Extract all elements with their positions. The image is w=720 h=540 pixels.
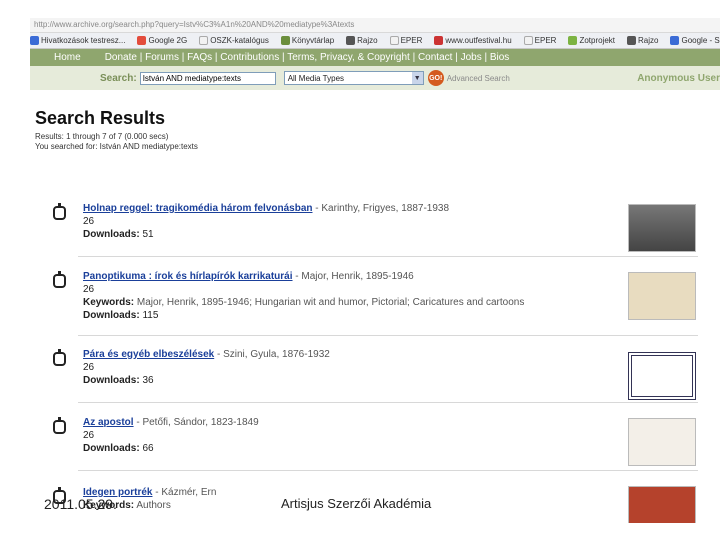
- text-document-icon: [53, 349, 66, 366]
- keywords-label: Keywords:: [83, 297, 135, 308]
- result-thumbnail[interactable]: [628, 204, 696, 252]
- text-document-icon: [53, 203, 66, 220]
- result-title-link[interactable]: Az apostol: [83, 417, 134, 428]
- keywords-value[interactable]: Major, Henrik, 1895-1946; Hungarian wit …: [137, 297, 524, 308]
- downloads-label: Downloads:: [83, 229, 140, 240]
- user-status: Anonymous User: [637, 72, 720, 84]
- result-author: - Kázmér, Ern: [152, 487, 217, 498]
- go-button[interactable]: GO!: [427, 70, 444, 86]
- result-thumbnail[interactable]: [628, 418, 696, 466]
- advanced-search-link[interactable]: Advanced Search: [447, 74, 510, 83]
- bookmark-item[interactable]: Könyvtárlap: [280, 36, 334, 45]
- result-body: Pára és egyéb elbeszélések - Szini, Gyul…: [83, 348, 330, 387]
- bookmark-icon: [434, 36, 444, 45]
- result-author: - Szini, Gyula, 1876-1932: [214, 349, 330, 360]
- bookmark-item[interactable]: Google 2G: [137, 36, 187, 45]
- bookmark-item[interactable]: EPER: [523, 36, 556, 45]
- searched-for: You searched for: István AND mediatype:t…: [35, 142, 198, 151]
- result-title-link[interactable]: Holnap reggel: tragikomédia három felvon…: [83, 203, 313, 214]
- result-number: 26: [83, 284, 95, 295]
- nav-home-link[interactable]: Home: [54, 52, 81, 63]
- bookmark-icon: [346, 36, 356, 45]
- downloads-count: 36: [142, 375, 154, 386]
- results-summary: Results: 1 through 7 of 7 (0.000 secs): [35, 132, 169, 141]
- text-document-icon: [53, 271, 66, 288]
- browser-screenshot: http://www.archive.org/search.php?query=…: [30, 18, 720, 523]
- result-body: Az apostol - Petőfi, Sándor, 1823-1849 2…: [83, 416, 259, 455]
- search-input[interactable]: [139, 71, 276, 85]
- divider: [78, 402, 698, 403]
- result-title-link[interactable]: Panoptikuma : írok és hírlapírók karrika…: [83, 271, 293, 282]
- bookmark-item[interactable]: Hivatkozások testresz...: [30, 36, 125, 45]
- bookmark-item[interactable]: Google - S: [670, 36, 720, 45]
- bookmark-item[interactable]: www.outfestival.hu: [434, 36, 512, 45]
- media-type-value: All Media Types: [287, 73, 345, 83]
- downloads-count: 66: [142, 443, 154, 454]
- search-row: Search: All Media Types ▼ GO! Advanced S…: [30, 66, 720, 90]
- keywords-value[interactable]: Authors: [136, 500, 170, 511]
- downloads-count: 51: [142, 229, 154, 240]
- result-number: 26: [83, 430, 95, 441]
- bookmark-item[interactable]: Rajzo: [346, 36, 378, 45]
- bookmark-icon: [199, 36, 209, 45]
- bookmark-icon: [137, 36, 147, 45]
- divider: [78, 335, 698, 336]
- result-number: 26: [83, 362, 95, 373]
- bookmarks-bar: Hivatkozások testresz... Google 2G OSZK-…: [30, 33, 720, 49]
- page-title: Search Results: [35, 108, 166, 128]
- slide-date: 2011.05.29.: [44, 496, 117, 512]
- result-author: - Karinthy, Frigyes, 1887-1938: [312, 203, 450, 214]
- slide-footer-org: Artisjus Szerzői Akadémia: [281, 496, 432, 511]
- chevron-down-icon: ▼: [411, 72, 423, 84]
- result-body: Holnap reggel: tragikomédia három felvon…: [83, 202, 449, 241]
- bookmark-icon: [627, 36, 637, 45]
- result-body: Panoptikuma : írok és hírlapírók karrika…: [83, 270, 524, 322]
- downloads-label: Downloads:: [83, 375, 140, 386]
- divider: [78, 256, 698, 257]
- result-thumbnail[interactable]: [628, 352, 696, 400]
- bookmark-icon: [523, 36, 533, 45]
- bookmark-icon: [30, 36, 39, 45]
- result-thumbnail[interactable]: [628, 272, 696, 320]
- bookmark-item[interactable]: EPER: [389, 36, 422, 45]
- result-author: - Major, Henrik, 1895-1946: [292, 271, 414, 282]
- bookmark-item[interactable]: Rajzo: [627, 36, 658, 45]
- bookmark-item[interactable]: Zotprojekt: [568, 36, 615, 45]
- bookmark-item[interactable]: OSZK-katalógus: [199, 36, 269, 45]
- downloads-label: Downloads:: [83, 443, 140, 454]
- search-label: Search:: [100, 72, 137, 84]
- bookmark-icon: [280, 36, 290, 45]
- downloads-label: Downloads:: [83, 310, 140, 321]
- text-document-icon: [53, 417, 66, 434]
- downloads-count: 115: [142, 310, 159, 321]
- results-header: Search Results Results: 1 through 7 of 7…: [30, 90, 720, 152]
- bookmark-icon: [389, 36, 399, 45]
- url-text: http://www.archive.org/search.php?query=…: [34, 20, 355, 29]
- bookmark-icon: [568, 36, 578, 45]
- media-type-select[interactable]: All Media Types ▼: [283, 71, 424, 85]
- result-number: 26: [83, 216, 95, 227]
- url-bar[interactable]: http://www.archive.org/search.php?query=…: [30, 18, 720, 33]
- result-author: - Petőfi, Sándor, 1823-1849: [133, 417, 259, 428]
- nav-links[interactable]: Donate | Forums | FAQs | Contributions |…: [105, 52, 510, 63]
- result-thumbnail[interactable]: [628, 486, 696, 523]
- divider: [78, 470, 698, 471]
- bookmark-icon: [670, 36, 680, 45]
- site-nav: Home Donate | Forums | FAQs | Contributi…: [30, 49, 720, 66]
- result-title-link[interactable]: Pára és egyéb elbeszélések: [83, 349, 214, 360]
